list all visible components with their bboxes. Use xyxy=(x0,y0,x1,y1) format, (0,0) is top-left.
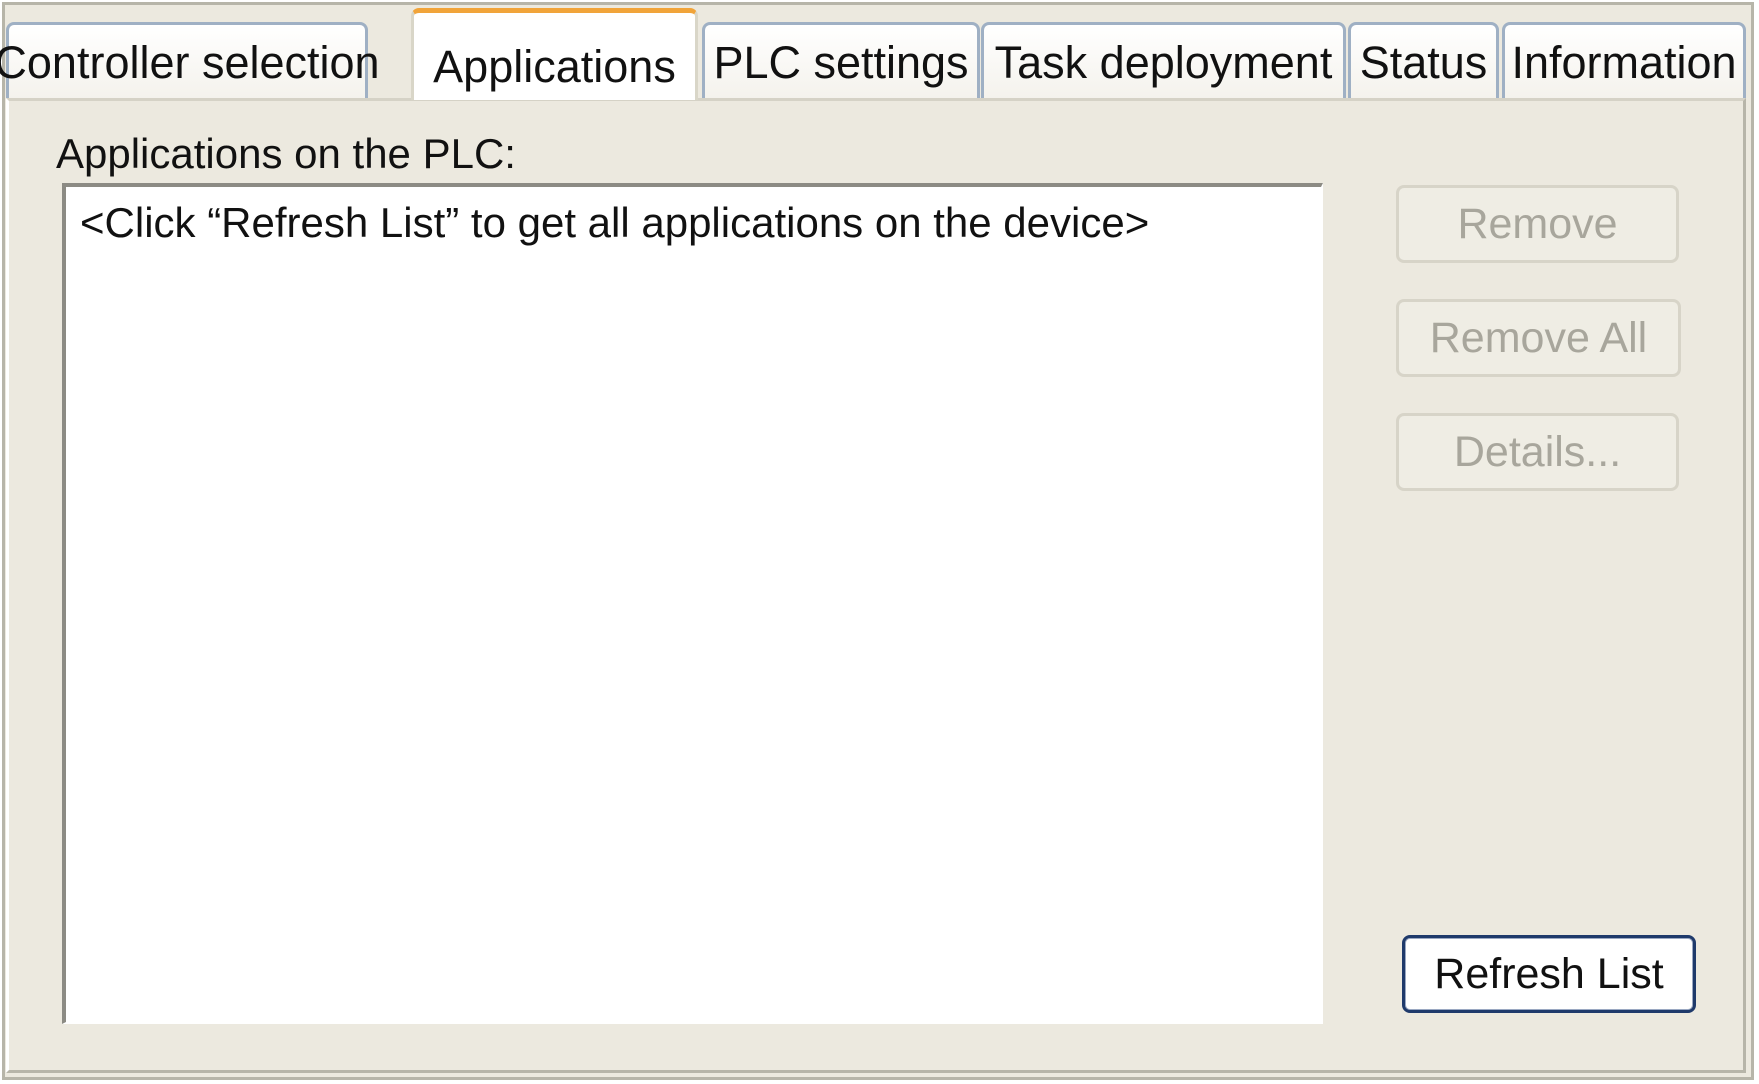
details-button[interactable]: Details... xyxy=(1396,413,1679,491)
tab-plc-settings[interactable]: PLC settings xyxy=(702,22,980,100)
tab-label: Information xyxy=(1511,36,1737,88)
tab-information[interactable]: Information xyxy=(1502,22,1746,100)
tab-controller-selection[interactable]: Controller selection xyxy=(0,22,380,100)
tab-label: Status xyxy=(1359,36,1488,88)
applications-list-label: Applications on the PLC: xyxy=(56,130,516,177)
tab-label: Controller selection xyxy=(0,36,380,88)
tab-label: Task deployment xyxy=(994,36,1333,88)
tab-task-deployment[interactable]: Task deployment xyxy=(981,22,1346,100)
tab-strip: Controller selection Applications PLC se… xyxy=(0,8,1746,100)
remove-button[interactable]: Remove xyxy=(1396,185,1679,263)
applications-list[interactable]: <Click “Refresh List” to get all applica… xyxy=(62,183,1323,1024)
tab-label: Applications xyxy=(433,41,676,92)
refresh-list-button[interactable]: Refresh List xyxy=(1402,935,1696,1013)
remove-all-button[interactable]: Remove All xyxy=(1396,299,1681,377)
tab-applications[interactable]: Applications xyxy=(411,8,698,100)
list-placeholder-text: <Click “Refresh List” to get all applica… xyxy=(80,199,1150,246)
tab-label: PLC settings xyxy=(713,36,969,88)
tab-status[interactable]: Status xyxy=(1348,22,1499,100)
